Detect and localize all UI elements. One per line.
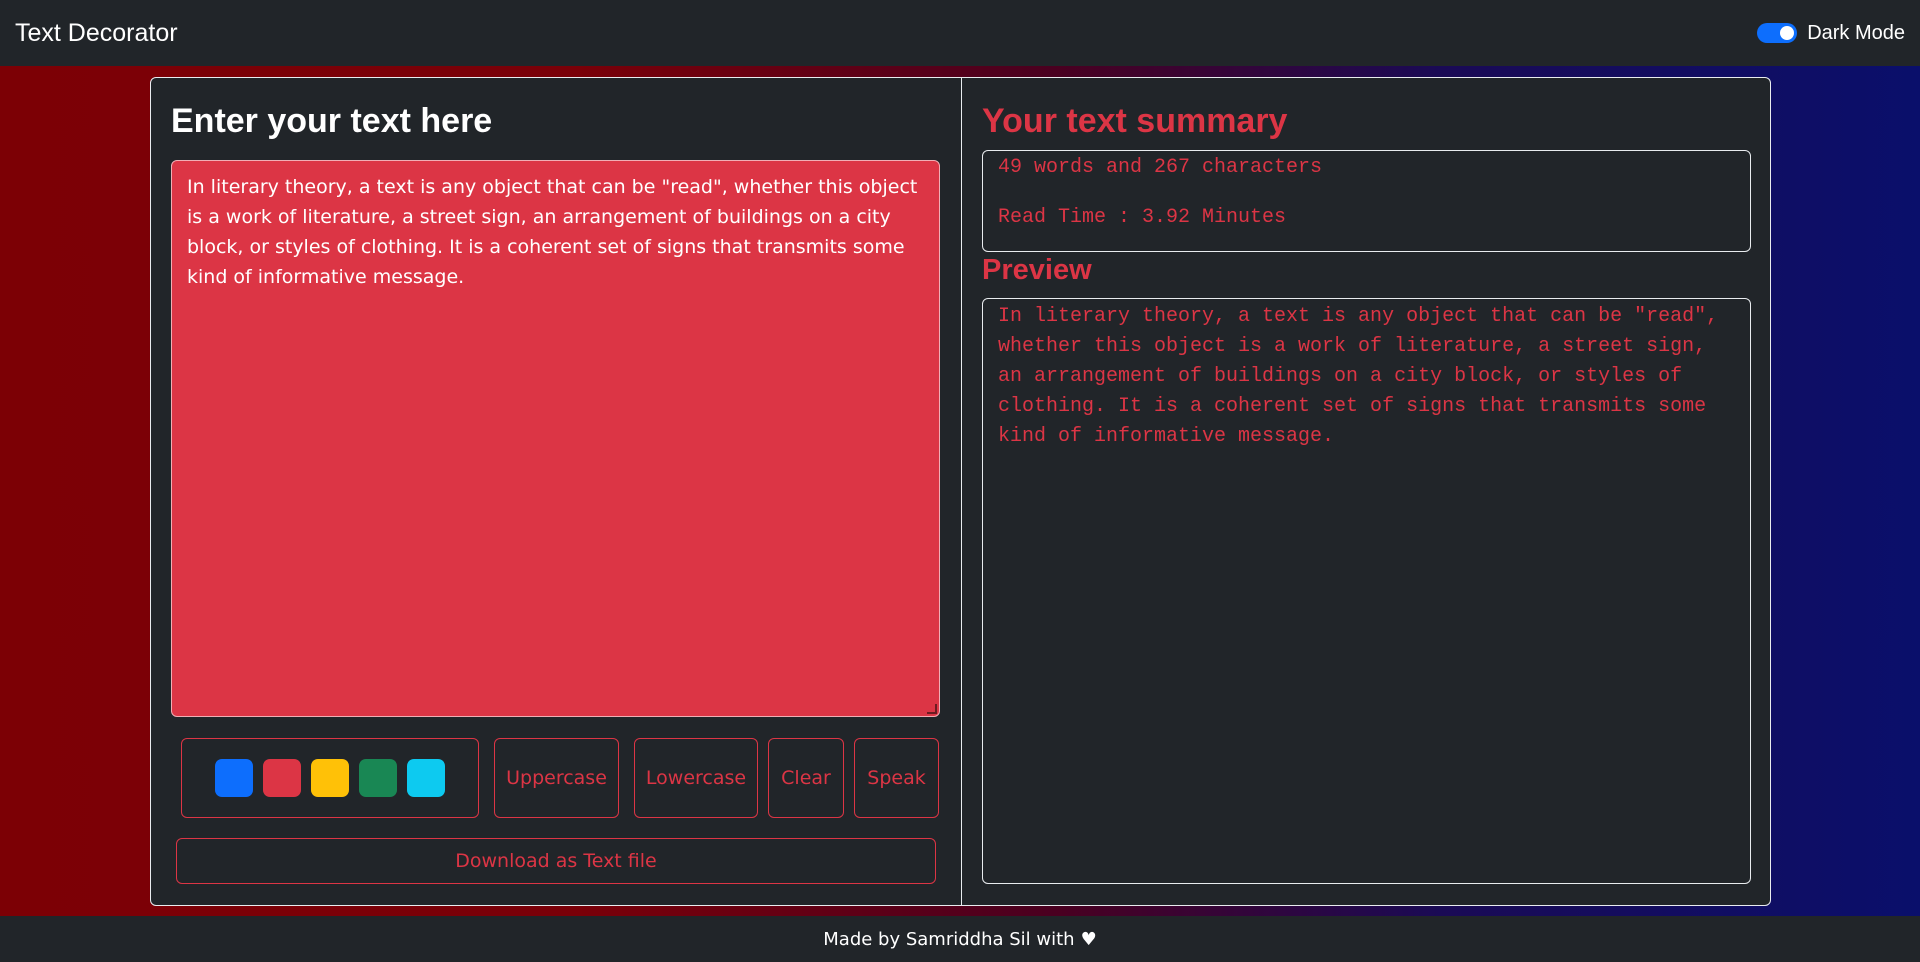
swatch-red[interactable]	[263, 759, 301, 797]
resize-handle[interactable]	[927, 704, 937, 714]
editor-panel: Enter your text here In literary theory,…	[151, 78, 962, 905]
text-input-content: In literary theory, a text is any object…	[187, 176, 918, 288]
swatch-yellow[interactable]	[311, 759, 349, 797]
summary-panel: Your text summary 49 words and 267 chara…	[962, 78, 1770, 905]
clear-button[interactable]: Clear	[768, 738, 844, 818]
word-count: 49 words and 267 characters	[998, 156, 1323, 179]
text-input[interactable]: In literary theory, a text is any object…	[171, 160, 940, 717]
dark-mode-toggle[interactable]: Dark Mode	[1757, 22, 1905, 45]
dark-mode-switch[interactable]	[1757, 23, 1798, 43]
editor-title: Enter your text here	[171, 102, 493, 140]
color-swatch-group	[181, 738, 479, 818]
preview-box: In literary theory, a text is any object…	[982, 298, 1751, 884]
preview-text: In literary theory, a text is any object…	[998, 305, 1719, 448]
swatch-blue[interactable]	[215, 759, 253, 797]
uppercase-button[interactable]: Uppercase	[494, 738, 619, 818]
lowercase-button[interactable]: Lowercase	[634, 738, 758, 818]
navbar: Text Decorator Dark Mode	[0, 0, 1920, 66]
main-card: Enter your text here In literary theory,…	[150, 77, 1771, 906]
brand-title[interactable]: Text Decorator	[15, 19, 178, 48]
swatch-green[interactable]	[359, 759, 397, 797]
action-buttons: Uppercase Lowercase Clear Speak	[181, 738, 939, 818]
footer-text: Made by Samriddha Sil with	[823, 928, 1075, 950]
footer: Made by Samriddha Sil with ♥	[0, 916, 1920, 962]
summary-title: Your text summary	[982, 102, 1288, 140]
swatch-cyan[interactable]	[407, 759, 445, 797]
dark-mode-label: Dark Mode	[1807, 21, 1905, 44]
switch-knob	[1780, 26, 1795, 40]
heart-icon: ♥	[1080, 928, 1097, 950]
download-button[interactable]: Download as Text file	[176, 838, 936, 884]
summary-box: 49 words and 267 characters Read Time : …	[982, 150, 1751, 252]
preview-title: Preview	[982, 254, 1092, 286]
read-time: Read Time : 3.92 Minutes	[998, 206, 1287, 229]
speak-button[interactable]: Speak	[854, 738, 939, 818]
